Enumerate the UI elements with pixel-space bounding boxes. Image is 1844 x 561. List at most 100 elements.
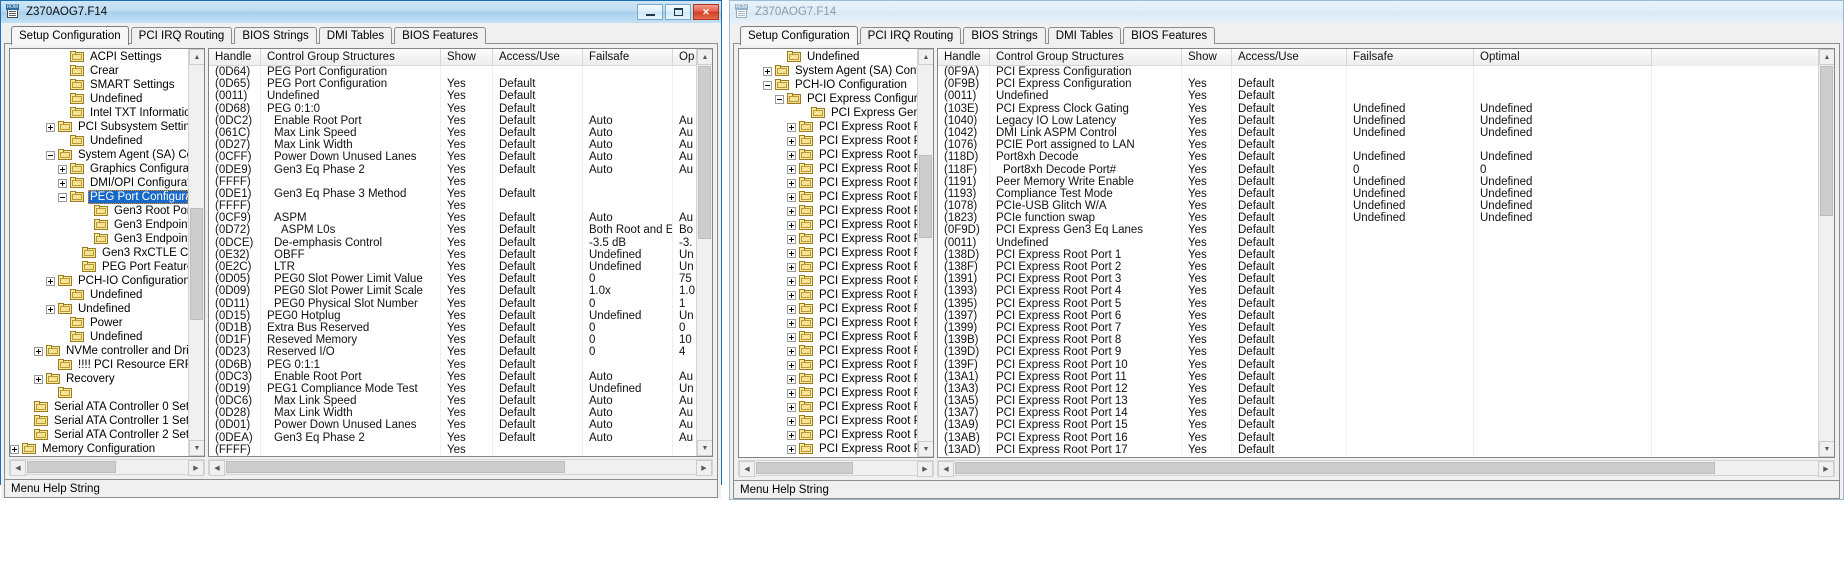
list-vscrollbar-left[interactable]: ▲ ▼ <box>696 49 712 456</box>
table-row[interactable]: (13A5) PCI Express Root Port 13 Yes Default <box>938 395 1818 408</box>
table-row[interactable]: (0DC2) Enable Root Port Yes Default Auto Au <box>209 114 696 127</box>
expand-icon[interactable] <box>787 164 796 174</box>
table-row[interactable]: (FFFF) Yes <box>209 175 696 188</box>
titlebar-right[interactable]: ROM Z370AOG7.F14 <box>730 1 1843 23</box>
table-row[interactable]: (0D05) PEG0 Slot Power Limit Value Yes Defa… <box>209 273 696 286</box>
expand-icon[interactable] <box>787 206 796 216</box>
tree-item[interactable]: Gen3 RxCTLE Contro <box>10 246 188 260</box>
window-left[interactable]: ROM Z370AOG7.F14 ✕ Setup Configuration P… <box>0 0 722 498</box>
scroll-up-button[interactable]: ▲ <box>697 49 712 65</box>
list-header-right[interactable]: Handle Control Group Structures Show Access… <box>938 49 1818 66</box>
collapse-icon[interactable] <box>46 150 55 160</box>
tree-item[interactable]: Undefined <box>739 50 917 64</box>
tree-item[interactable]: PCI Express Root Por <box>739 386 917 400</box>
table-row[interactable]: (0011) Undefined Yes Default <box>938 236 1818 249</box>
scroll-up-button[interactable]: ▲ <box>189 49 204 65</box>
table-row[interactable]: (0011) Undefined Yes Default <box>209 90 696 103</box>
expand-icon[interactable] <box>787 430 796 440</box>
tree-item[interactable]: DMI/OPI Configuration <box>10 176 188 190</box>
tree-item[interactable]: Crear <box>10 64 188 78</box>
list-scroll-track-left[interactable] <box>697 65 712 440</box>
collapse-icon[interactable] <box>775 94 784 104</box>
tree-item[interactable]: PCI Express Root Por <box>739 162 917 176</box>
tree-item[interactable]: PCI Express Root Por <box>739 400 917 414</box>
scroll-left-button[interactable]: ◀ <box>739 461 755 477</box>
tree-view-left[interactable]: ACPI Settings Crear SMART Settings Undefine… <box>9 48 205 457</box>
scroll-down-button[interactable]: ▼ <box>1819 441 1834 457</box>
table-row[interactable]: (1042) DMI Link ASPM Control Yes Default Und… <box>938 126 1818 140</box>
expand-icon[interactable] <box>787 360 796 370</box>
expand-icon[interactable] <box>787 234 796 244</box>
tree-scroll-track-left[interactable] <box>189 65 204 440</box>
tab-dmi-tables[interactable]: DMI Tables <box>1047 27 1122 44</box>
expand-icon[interactable] <box>787 276 796 286</box>
window-right[interactable]: ROM Z370AOG7.F14 Setup Configuration PCI… <box>729 0 1844 500</box>
expand-icon[interactable] <box>787 178 796 188</box>
tree-item[interactable]: PCI Express Root Por <box>739 274 917 288</box>
tree-item[interactable]: Serial ATA Controller 0 Settings <box>10 400 188 414</box>
list-hscroll-thumb-left[interactable] <box>226 461 566 473</box>
expand-icon[interactable] <box>46 122 55 132</box>
titlebar-left[interactable]: ROM Z370AOG7.F14 ✕ <box>1 1 721 23</box>
table-row[interactable]: (1395) PCI Express Root Port 5 Yes Default <box>938 297 1818 310</box>
expand-icon[interactable] <box>787 416 796 426</box>
expand-icon[interactable] <box>787 304 796 314</box>
table-row[interactable]: (061C) Max Link Speed Yes Default Auto Au <box>209 126 696 140</box>
tab-setup-configuration[interactable]: Setup Configuration <box>11 26 129 45</box>
tree-item[interactable]: PCI Express Root Por <box>739 176 917 190</box>
table-row[interactable]: (0F9A) PCI Express Configuration <box>938 66 1818 79</box>
column-header[interactable]: Handle <box>938 49 990 66</box>
tree-view-right[interactable]: Undefined System Agent (SA) Configurat PCH… <box>738 48 934 458</box>
tree-vscrollbar-right[interactable]: ▲ ▼ <box>917 49 933 457</box>
table-row[interactable]: (0DC6) Max Link Speed Yes Default Auto Au <box>209 395 696 408</box>
table-row[interactable]: (0DEA) Gen3 Eq Phase 2 Yes Default Auto Au <box>209 431 696 444</box>
table-row[interactable]: (139F) PCI Express Root Port 10 Yes Default <box>938 358 1818 371</box>
tree-item[interactable]: PCH-IO Configuration <box>739 78 917 92</box>
tree-item[interactable]: PCI Express Root Por <box>739 302 917 316</box>
tree-item[interactable]: NVMe controller and Drive inform <box>10 344 188 358</box>
table-row[interactable]: (0D68) PEG 0:1:0 Yes Default <box>209 102 696 115</box>
expand-icon[interactable] <box>787 150 796 160</box>
tab-setup-configuration[interactable]: Setup Configuration <box>740 26 858 45</box>
expand-icon[interactable] <box>787 122 796 132</box>
table-row[interactable]: (0D28) Max Link Width Yes Default Auto Au <box>209 407 696 420</box>
tree-item[interactable]: System Agent (SA) Configurat <box>10 148 188 162</box>
list-header-left[interactable]: Handle Control Group Structures Show Access… <box>209 49 696 66</box>
tab-bios-strings[interactable]: BIOS Strings <box>234 27 317 44</box>
table-row[interactable]: (13A1) PCI Express Root Port 11 Yes Default <box>938 370 1818 383</box>
expand-icon[interactable] <box>34 374 43 384</box>
expand-icon[interactable] <box>787 248 796 258</box>
column-header[interactable]: Op <box>673 49 696 66</box>
list-scroll-track-right[interactable] <box>1819 65 1834 441</box>
tree-item[interactable]: Undefined <box>10 330 188 344</box>
tree-item[interactable]: PCI Express Root Por <box>739 148 917 162</box>
list-hscroll-thumb-right[interactable] <box>955 462 1716 474</box>
expand-icon[interactable] <box>46 276 55 286</box>
scroll-down-button[interactable]: ▼ <box>189 440 204 456</box>
tree-node-list-right[interactable]: Undefined System Agent (SA) Configurat PCH… <box>739 49 917 457</box>
tree-item[interactable]: Gen3 Endpoint Hint <box>10 232 188 246</box>
table-row[interactable]: (0D65) PEG Port Configuration Yes Default <box>209 78 696 91</box>
table-row[interactable]: (1078) PCIe-USB Glitch W/A Yes Default Undef… <box>938 200 1818 213</box>
tree-item[interactable]: PCI Express Root Por <box>739 120 917 134</box>
collapse-icon[interactable] <box>58 192 67 202</box>
tree-item[interactable]: PCI Express Root Por <box>739 218 917 232</box>
expand-icon[interactable] <box>787 402 796 412</box>
table-row[interactable]: (0D64) PEG Port Configuration <box>209 66 696 79</box>
collapse-icon[interactable] <box>763 80 772 90</box>
column-header[interactable]: Access/Use <box>1232 49 1347 66</box>
list-hscrollbar-left[interactable]: ◀ ▶ <box>208 459 713 476</box>
tree-item[interactable]: Graphics Configuration <box>10 162 188 176</box>
scroll-up-button[interactable]: ▲ <box>1819 49 1834 65</box>
table-row[interactable]: (13A7) PCI Express Root Port 14 Yes Default <box>938 407 1818 420</box>
table-row[interactable]: (0DE9) Gen3 Eq Phase 2 Yes Default Auto Au <box>209 163 696 176</box>
table-row[interactable]: (1076) PCIE Port assigned to LAN Yes Defaul… <box>938 139 1818 152</box>
table-row[interactable]: (0D15) PEG0 Hotplug Yes Default Undefined Un <box>209 309 696 322</box>
scroll-right-button[interactable]: ▶ <box>696 460 712 476</box>
tree-item[interactable]: PCI Express Root Por <box>739 134 917 148</box>
expand-icon[interactable] <box>787 290 796 300</box>
list-vscrollbar-right[interactable]: ▲ ▼ <box>1818 49 1834 457</box>
table-row[interactable]: (FFFF) Yes <box>209 200 696 213</box>
tree-item[interactable]: PCI Express Root Por <box>739 344 917 358</box>
table-row[interactable]: (0D11) PEG0 Physical Slot Number Yes Defaul… <box>209 297 696 310</box>
